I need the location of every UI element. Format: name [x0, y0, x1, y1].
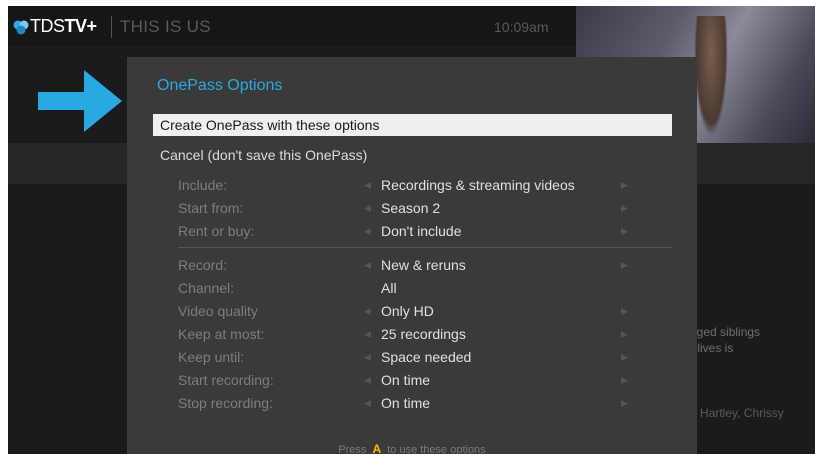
chevron-left-icon: ◀ [364, 352, 371, 362]
setting-stop-recording[interactable]: Stop recording: ◀ On time ▶ [127, 395, 697, 417]
chevron-right-icon: ▶ [621, 398, 628, 408]
chevron-left-icon: ◀ [364, 260, 371, 270]
setting-value: On time [381, 395, 431, 411]
chevron-left-icon: ◀ [364, 306, 371, 316]
chevron-right-icon: ▶ [621, 180, 628, 190]
chevron-right-icon: ▶ [621, 226, 628, 236]
dialog-title: OnePass Options [157, 77, 283, 94]
setting-value: Only HD [381, 303, 434, 319]
chevron-left-icon: ◀ [364, 226, 371, 236]
tds-logo-icon [13, 20, 29, 35]
brand-name: TDSTV+ [30, 16, 97, 37]
chevron-left-icon: ◀ [364, 329, 371, 339]
chevron-left-icon: ◀ [364, 398, 371, 408]
preview-figure [694, 16, 728, 136]
background-description-line2: r lives is [690, 341, 734, 355]
setting-start-from[interactable]: Start from: ◀ Season 2 ▶ [127, 200, 697, 222]
tv-screen: TDSTV+ THIS IS US 10:09am aged siblings … [8, 6, 815, 454]
dialog-footer-hint: Press A to use these options [127, 442, 697, 454]
chevron-right-icon: ▶ [621, 329, 628, 339]
setting-label: Video quality [178, 303, 258, 319]
create-onepass-button[interactable]: Create OnePass with these options [153, 114, 672, 136]
header-divider [111, 16, 112, 38]
setting-value: 25 recordings [381, 326, 466, 342]
chevron-right-icon: ▶ [621, 306, 628, 316]
setting-value: Season 2 [381, 200, 441, 216]
setting-value: Don't include [381, 223, 462, 239]
setting-label: Record: [178, 257, 228, 273]
setting-include[interactable]: Include: ◀ Recordings & streaming videos… [127, 177, 697, 199]
setting-label: Include: [178, 177, 228, 193]
settings-divider [178, 247, 672, 248]
background-credits: Hartley, Chrissy [700, 406, 784, 420]
setting-value: Space needed [381, 349, 472, 365]
setting-value: New & reruns [381, 257, 466, 273]
setting-label: Stop recording: [178, 395, 273, 411]
a-button-icon: A [372, 442, 382, 454]
setting-keep-until[interactable]: Keep until: ◀ Space needed ▶ [127, 349, 697, 371]
chevron-left-icon: ◀ [364, 375, 371, 385]
setting-label: Start from: [178, 200, 244, 216]
setting-value: All [381, 280, 397, 296]
onepass-options-dialog: OnePass Options Create OnePass with thes… [127, 57, 697, 454]
chevron-right-icon: ▶ [621, 352, 628, 362]
setting-value: Recordings & streaming videos [381, 177, 575, 193]
setting-label: Rent or buy: [178, 223, 255, 239]
cancel-onepass-button[interactable]: Cancel (don't save this OnePass) [160, 147, 367, 163]
setting-label: Keep at most: [178, 326, 265, 342]
setting-label: Start recording: [178, 372, 274, 388]
setting-label: Keep until: [178, 349, 245, 365]
background-description: aged siblings r lives is [690, 324, 815, 356]
right-arrow-icon [38, 70, 122, 132]
setting-value: On time [381, 372, 431, 388]
footer-prefix: Press [338, 444, 367, 454]
background-description-line1: aged siblings [690, 325, 761, 339]
chevron-right-icon: ▶ [621, 203, 628, 213]
footer-suffix: to use these options [387, 444, 486, 454]
chevron-right-icon: ▶ [621, 260, 628, 270]
create-onepass-label: Create OnePass with these options [160, 117, 380, 133]
chevron-left-icon: ◀ [364, 203, 371, 213]
setting-keep-at-most[interactable]: Keep at most: ◀ 25 recordings ▶ [127, 326, 697, 348]
setting-label: Channel: [178, 280, 235, 296]
setting-rent-or-buy[interactable]: Rent or buy: ◀ Don't include ▶ [127, 223, 697, 245]
brand-suffix: TV+ [64, 16, 98, 36]
brand-prefix: TDS [30, 16, 65, 36]
chevron-right-icon: ▶ [621, 375, 628, 385]
setting-record[interactable]: Record: ◀ New & reruns ▶ [127, 257, 697, 279]
clock: 10:09am [494, 19, 549, 35]
show-title: THIS IS US [120, 17, 211, 36]
setting-start-recording[interactable]: Start recording: ◀ On time ▶ [127, 372, 697, 394]
setting-video-quality[interactable]: Video quality ◀ Only HD ▶ [127, 303, 697, 325]
setting-channel[interactable]: Channel: All [127, 280, 697, 302]
chevron-left-icon: ◀ [364, 180, 371, 190]
